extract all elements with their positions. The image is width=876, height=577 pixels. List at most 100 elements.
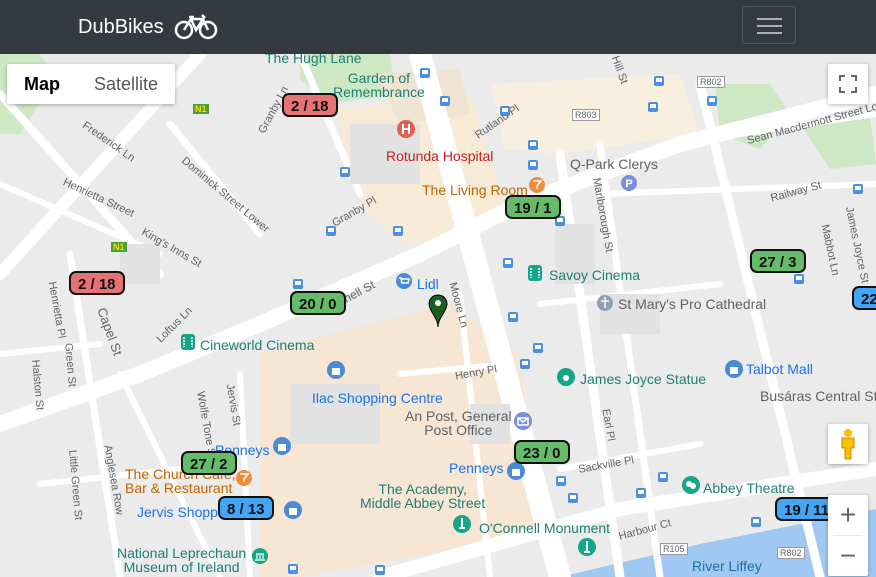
place-label[interactable]: Talbot Mall: [746, 361, 813, 377]
camera-icon: [556, 367, 576, 392]
bus-stop-icon: [533, 343, 543, 353]
place-label[interactable]: Q-Park Clerys: [570, 156, 658, 172]
shopping-bag-icon: [506, 461, 526, 486]
place-label[interactable]: Garden of Remembrance: [333, 71, 425, 99]
cocktail-icon: [235, 469, 253, 492]
map-type-satellite-button[interactable]: Satellite: [77, 64, 175, 104]
cinema-icon: [527, 264, 543, 287]
station-marker[interactable]: 27 / 2: [181, 451, 237, 475]
place-label[interactable]: The Hugh Lane: [265, 54, 362, 66]
bus-stop-icon: [648, 102, 658, 112]
street-label: R802: [777, 547, 805, 559]
place-label[interactable]: Ilac Shopping Centre: [312, 390, 443, 406]
map-type-map-button[interactable]: Map: [7, 64, 77, 104]
bus-stop-icon: [528, 160, 538, 170]
bus-stop-icon: [636, 488, 646, 498]
bus-stop-icon: [853, 184, 863, 194]
station-marker[interactable]: 19 / 1: [505, 195, 561, 219]
bus-stop-icon: [393, 226, 403, 236]
shopping-bag-icon: [283, 500, 303, 525]
bus-stop-icon: [293, 279, 303, 289]
place-label[interactable]: Jervis Shopp: [137, 504, 218, 520]
place-label-text: The Academy, Middle Abbey Street: [360, 481, 486, 511]
fullscreen-icon: [839, 75, 857, 93]
hamburger-menu-icon: [757, 18, 782, 20]
brand[interactable]: DubBikes: [78, 14, 218, 40]
map-type-control: Map Satellite: [7, 64, 176, 104]
place-label[interactable]: O'Connell Monument: [479, 520, 610, 536]
church-icon: [596, 294, 614, 317]
shopping-bag-icon: [272, 436, 292, 461]
bus-stop-icon: [751, 517, 761, 527]
monument-icon: [577, 537, 597, 562]
street-label: R105: [660, 543, 688, 555]
bus-stop-icon: [520, 359, 530, 369]
brand-name: DubBikes: [78, 15, 164, 38]
bus-stop-icon: [440, 96, 450, 106]
bus-stop-icon: [503, 258, 513, 268]
place-label[interactable]: Busáras Central St: [760, 388, 876, 404]
bus-stop-icon: [340, 167, 350, 177]
shopping-cart-icon: [395, 272, 413, 295]
place-label-text: An Post, General Post Office: [405, 408, 512, 438]
station-marker[interactable]: 2 / 18: [282, 93, 338, 117]
route-shield-n1: N1: [193, 104, 209, 114]
museum-icon: [251, 547, 269, 570]
landmark-icon: [452, 514, 472, 539]
hamburger-menu-icon: [757, 32, 782, 34]
street-view-pegman-icon: [841, 429, 855, 460]
place-label-text: Garden of Remembrance: [333, 70, 425, 100]
zoom-in-button[interactable]: +: [828, 495, 868, 535]
mail-icon: [513, 411, 533, 436]
parking-icon: P: [620, 174, 638, 197]
place-label[interactable]: Lidl: [417, 276, 439, 292]
street-view-button[interactable]: [828, 424, 868, 464]
place-label[interactable]: Savoy Cinema: [549, 267, 640, 283]
bus-stop-icon: [288, 564, 298, 574]
place-label[interactable]: The Academy, Middle Abbey Street: [360, 482, 485, 510]
station-marker[interactable]: 22: [852, 286, 876, 310]
shopping-bag-icon: [724, 359, 744, 384]
place-label[interactable]: National Leprechaun Museum of Ireland: [117, 546, 246, 574]
bus-stop-icon: [528, 140, 538, 150]
fullscreen-button[interactable]: [828, 64, 868, 104]
station-marker[interactable]: 27 / 3: [750, 249, 806, 273]
zoom-control: + −: [828, 495, 868, 576]
map[interactable]: Map Satellite + − The Hugh Lane Garden o…: [0, 54, 876, 577]
river-label: River Liffey: [692, 558, 762, 574]
bus-stop-icon: [794, 274, 804, 284]
bus-stop-icon: [707, 96, 717, 106]
hospital-icon: [396, 119, 416, 144]
station-marker[interactable]: 8 / 13: [218, 496, 274, 520]
bicycle-icon: [174, 14, 217, 40]
street-label: R803: [572, 109, 600, 121]
hamburger-menu-icon: [757, 25, 782, 27]
svg-text:P: P: [625, 178, 632, 190]
bus-stop-icon: [375, 565, 385, 575]
place-label[interactable]: Rotunda Hospital: [386, 148, 493, 164]
bus-stop-icon: [568, 493, 578, 503]
zoom-out-button[interactable]: −: [828, 536, 868, 576]
menu-toggle-button[interactable]: [742, 6, 796, 44]
place-label[interactable]: Cineworld Cinema: [200, 337, 314, 353]
place-label[interactable]: An Post, General Post Office: [405, 409, 512, 437]
station-marker[interactable]: 23 / 0: [514, 440, 570, 464]
place-label[interactable]: St Mary's Pro Cathedral: [618, 296, 766, 312]
bus-stop-icon: [556, 476, 566, 486]
place-label[interactable]: Penneys: [449, 460, 503, 476]
station-marker[interactable]: 20 / 0: [290, 291, 346, 315]
location-pin-icon[interactable]: [428, 294, 448, 328]
navbar: DubBikes: [0, 0, 876, 54]
bus-stop-icon: [654, 76, 664, 86]
station-marker[interactable]: 2 / 18: [69, 271, 125, 295]
theater-icon: [681, 475, 701, 500]
cinema-icon: [180, 333, 196, 356]
place-label-text: National Leprechaun Museum of Ireland: [117, 545, 247, 575]
place-label[interactable]: Abbey Theatre: [703, 480, 795, 496]
street-label: R802: [697, 76, 725, 88]
route-shield-n1: N1: [111, 242, 127, 252]
bus-stop-icon: [420, 68, 430, 78]
bus-stop-icon: [658, 472, 668, 482]
bus-stop-icon: [508, 312, 518, 322]
place-label[interactable]: James Joyce Statue: [580, 371, 706, 387]
